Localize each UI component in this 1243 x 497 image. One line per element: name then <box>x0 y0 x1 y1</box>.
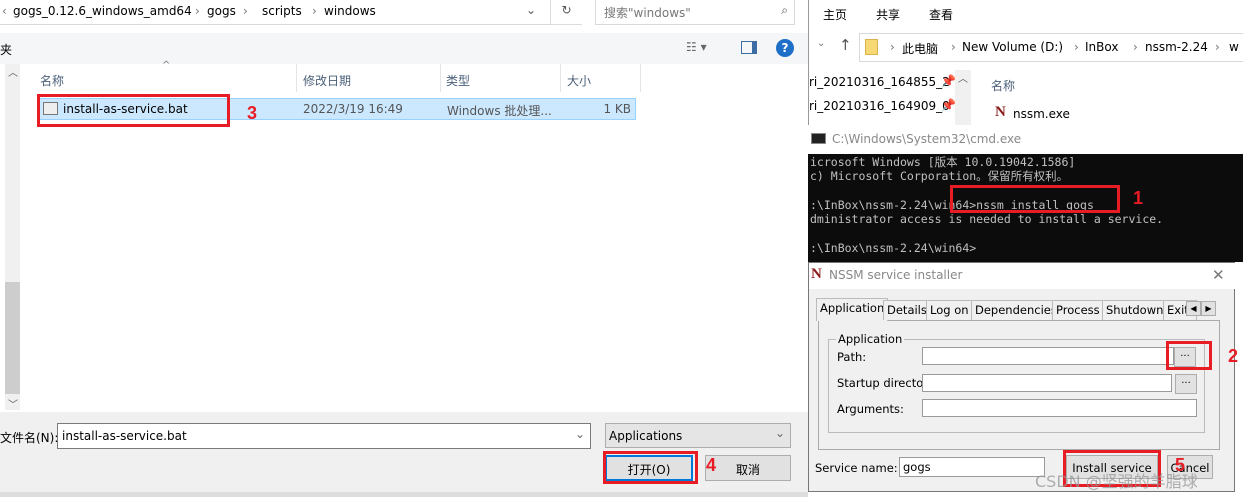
tab-details[interactable]: Details <box>883 300 931 320</box>
toolbar: 夹 ☷ ▾ ? <box>0 33 808 64</box>
column-headers: ^ 名称 修改日期 类型 大小 <box>22 60 808 92</box>
column-name[interactable]: 名称 <box>40 72 64 89</box>
breadcrumb-item[interactable]: New Volume (D:) <box>962 40 1063 54</box>
file-type-select[interactable]: Applications ⌄ <box>605 423 791 448</box>
breadcrumb-item[interactable]: w <box>1229 40 1239 54</box>
folder-icon <box>865 39 878 55</box>
view-options-icon[interactable]: ☷ ▾ <box>686 40 707 54</box>
ribbon-tab-share[interactable]: 共享 <box>876 6 900 23</box>
explorer-window: 主页 共享 查看 ⌄ ↑ › 此电脑 › New Volume (D:) › I… <box>808 0 1243 125</box>
annotation-box-3 <box>37 94 230 127</box>
nav-scrollbar[interactable]: ︿ <box>955 70 971 125</box>
search-icon: ⌕ <box>781 3 788 17</box>
breadcrumb-item[interactable]: gogs <box>207 4 236 18</box>
tab-process[interactable]: Process <box>1052 300 1104 320</box>
address-bar[interactable]: › 此电脑 › New Volume (D:) › InBox › nssm-2… <box>859 33 1243 62</box>
breadcrumb-item[interactable]: InBox <box>1085 40 1118 54</box>
tab-log-on[interactable]: Log on <box>926 300 973 320</box>
ribbon-tab-home[interactable]: 主页 <box>823 6 847 23</box>
arguments-label: Arguments: <box>837 402 904 416</box>
sidebar-scrollbar[interactable]: ︿ ﹀ <box>5 64 20 411</box>
tab-shutdown[interactable]: Shutdown <box>1102 300 1168 320</box>
close-icon[interactable]: ✕ <box>1212 266 1225 284</box>
path-input[interactable] <box>922 347 1174 365</box>
filename-input[interactable]: install-as-service.bat ⌄ <box>57 423 591 449</box>
file-name[interactable]: nssm.exe <box>1013 107 1070 121</box>
search-placeholder: 搜索"windows" <box>604 6 691 20</box>
column-name[interactable]: 名称 <box>991 77 1015 94</box>
annotation-box-1 <box>950 185 1120 213</box>
arguments-input[interactable] <box>922 399 1197 417</box>
chevron-left-icon: ‹ <box>2 4 7 18</box>
column-modified[interactable]: 修改日期 <box>303 72 351 89</box>
tab-application[interactable]: Application <box>816 298 889 321</box>
cancel-button[interactable]: 取消 <box>705 455 791 481</box>
annotation-2: 2 <box>1228 346 1239 366</box>
annotation-box-4 <box>603 451 698 484</box>
search-input[interactable]: 搜索"windows" ⌕ <box>595 0 795 25</box>
up-arrow-icon[interactable]: ↑ <box>839 36 852 54</box>
nssm-app-icon: N <box>995 104 1006 120</box>
file-type: Windows 批处理... <box>447 104 552 118</box>
pin-icon: 📌 <box>941 98 956 112</box>
ribbon-tab-view[interactable]: 查看 <box>929 6 953 23</box>
scroll-thumb[interactable] <box>5 282 20 394</box>
recent-locations-icon[interactable]: ⌄ <box>817 38 825 49</box>
window-title: C:\Windows\System32\cmd.exe <box>832 132 1022 146</box>
service-name-label: Service name: <box>815 461 898 475</box>
startup-directory-input[interactable] <box>922 374 1172 392</box>
nav-item[interactable]: ri_20210316_164855_2 <box>809 75 950 89</box>
annotation-4: 4 <box>706 455 717 475</box>
file-type-value: Applications <box>609 429 683 443</box>
pin-icon: 📌 <box>941 74 956 88</box>
annotation-1: 1 <box>1133 188 1144 208</box>
column-type[interactable]: 类型 <box>446 72 470 89</box>
console-line: :\InBox\nssm-2.24\win64> <box>810 240 977 255</box>
cmd-icon <box>811 133 826 144</box>
scroll-up-icon[interactable]: ︿ <box>8 64 18 79</box>
sidebar-label: 夹 <box>0 43 13 57</box>
tab-scroll-right-icon[interactable]: ▶ <box>1201 301 1216 316</box>
breadcrumb-item[interactable]: windows <box>324 4 376 18</box>
breadcrumb-item[interactable]: gogs_0.12.6_windows_amd64 <box>13 4 192 18</box>
filename-value: install-as-service.bat <box>62 429 187 443</box>
nssm-app-icon: N <box>811 266 822 282</box>
help-icon[interactable]: ? <box>776 39 794 57</box>
breadcrumb-item[interactable]: nssm-2.24 <box>1145 40 1208 54</box>
annotation-box-2 <box>1166 341 1212 370</box>
file-size: 1 KB <box>603 102 631 116</box>
path-label: Path: <box>837 350 867 364</box>
nav-item[interactable]: ri_20210316_164909_0 <box>809 99 950 113</box>
file-dialog: ‹ gogs_0.12.6_windows_amd64 › gogs › scr… <box>0 0 808 497</box>
console-line: icrosoft Windows [版本 10.0.19042.1586] <box>810 155 1076 169</box>
chevron-down-icon[interactable]: ⌄ <box>526 3 536 17</box>
browse-startup-button[interactable]: ... <box>1175 374 1197 394</box>
annotation-3: 3 <box>247 103 258 123</box>
watermark: CSDN @坚强的羊脂球 <box>1035 472 1198 491</box>
breadcrumb-item[interactable]: scripts <box>262 4 302 18</box>
breadcrumb-item[interactable]: 此电脑 <box>902 40 938 57</box>
chevron-down-icon: ⌄ <box>774 426 785 440</box>
window-title: NSSM service installer <box>829 268 963 282</box>
refresh-button[interactable]: ↻ <box>550 0 582 25</box>
group-title: Application <box>836 332 905 346</box>
tab-scroll-left-icon[interactable]: ◀ <box>1186 301 1201 316</box>
console-line: dministrator access is needed to install… <box>810 212 1164 227</box>
console-line: c) Microsoft Corporation。保留所有权利。 <box>810 169 1069 184</box>
file-modified: 2022/3/19 16:49 <box>303 102 403 116</box>
column-size[interactable]: 大小 <box>567 72 591 89</box>
scroll-down-icon[interactable]: ﹀ <box>8 396 18 411</box>
service-name-input[interactable]: gogs <box>899 457 1045 477</box>
chevron-down-icon[interactable]: ⌄ <box>575 427 585 441</box>
preview-pane-icon[interactable] <box>741 41 757 54</box>
tab-dependencies[interactable]: Dependencies <box>971 300 1061 320</box>
address-bar[interactable]: ‹ gogs_0.12.6_windows_amd64 › gogs › scr… <box>0 0 580 25</box>
filename-label: 文件名(N): <box>0 431 59 445</box>
